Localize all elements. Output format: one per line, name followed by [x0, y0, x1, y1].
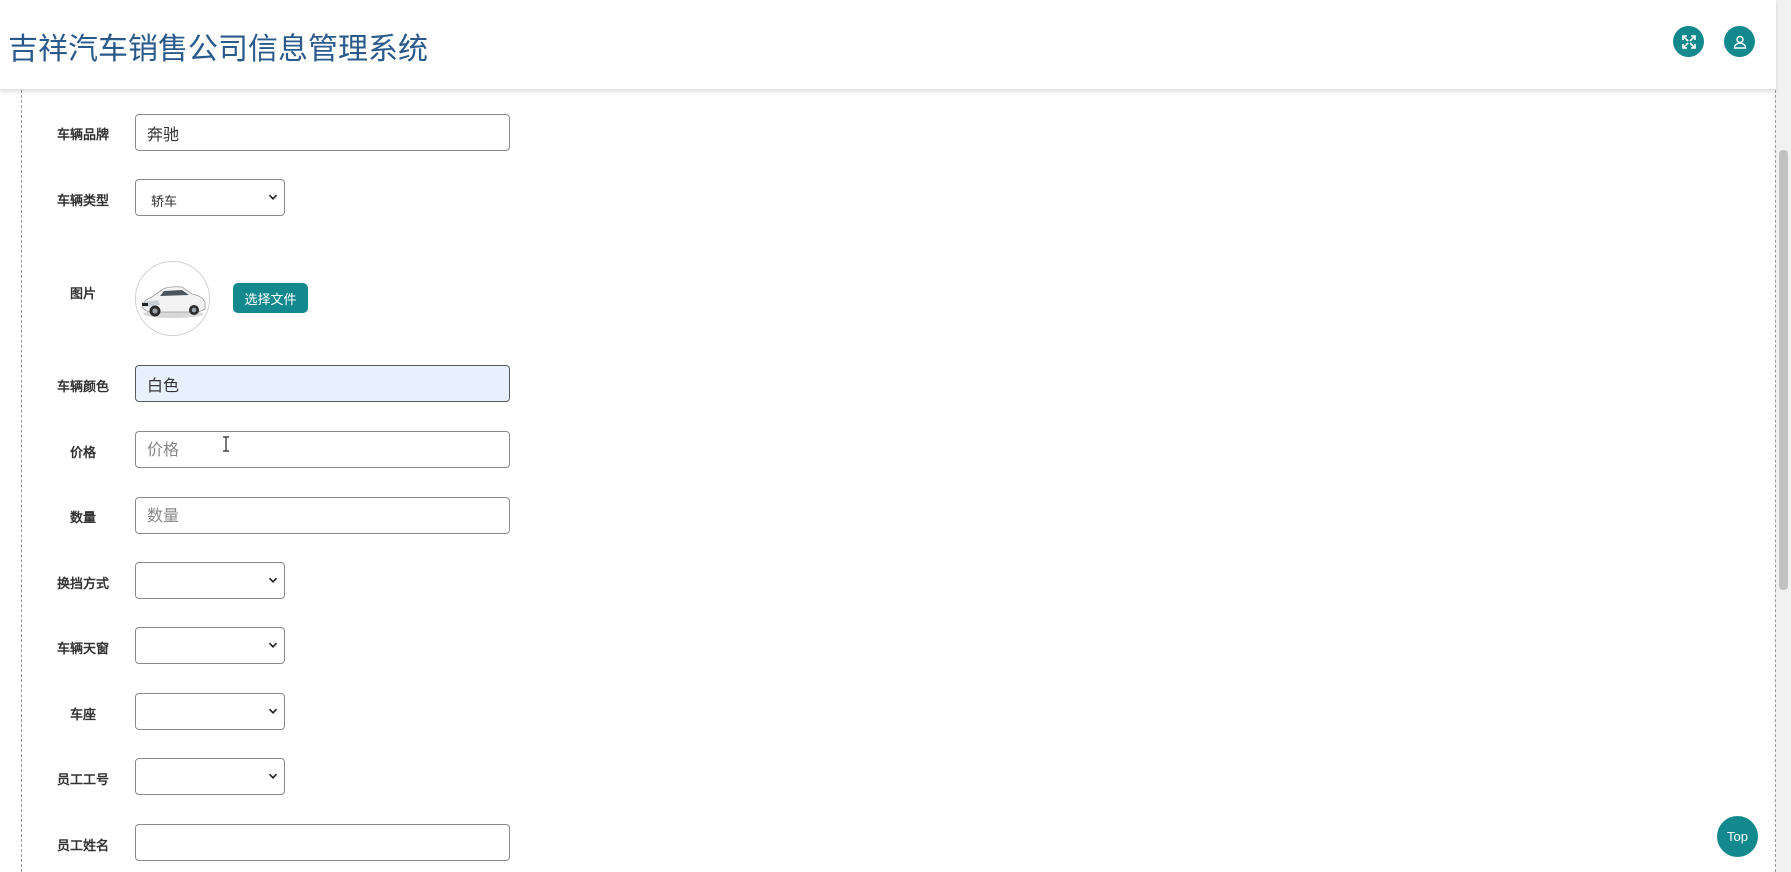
car-image [136, 262, 209, 335]
user-button[interactable] [1724, 26, 1755, 57]
employee-name-label: 员工姓名 [56, 839, 109, 854]
page-scrollbar[interactable] [1776, 0, 1791, 872]
scrollbar-thumb[interactable] [1779, 150, 1788, 590]
type-select[interactable]: 轿车 [135, 179, 285, 216]
quantity-label: 数量 [69, 511, 96, 526]
price-label: 价格 [69, 446, 96, 461]
chevron-down-icon [268, 642, 278, 648]
content-border [21, 90, 22, 872]
text-cursor-icon [223, 436, 229, 452]
type-select-value: 轿车 [151, 195, 178, 210]
chevron-down-icon [268, 773, 278, 779]
brand-input[interactable] [135, 114, 510, 151]
image-label: 图片 [69, 287, 96, 302]
gear-label: 换挡方式 [56, 577, 109, 592]
user-icon [1733, 35, 1746, 49]
price-input[interactable] [135, 431, 510, 468]
back-to-top-button[interactable]: Top [1717, 816, 1758, 857]
color-input[interactable] [135, 365, 510, 402]
brand-label: 车辆品牌 [56, 128, 109, 143]
car-image-preview [135, 261, 210, 336]
sunroof-select[interactable] [135, 627, 285, 664]
chevron-down-icon [268, 708, 278, 714]
employee-id-select[interactable] [135, 758, 285, 795]
type-label: 车辆类型 [56, 194, 109, 209]
expand-arrows-icon [1681, 34, 1696, 49]
fullscreen-button[interactable] [1673, 26, 1704, 57]
employee-name-input[interactable] [135, 824, 510, 861]
chevron-down-icon [268, 194, 278, 200]
choose-file-button[interactable]: 选择文件 [233, 283, 308, 313]
color-label: 车辆颜色 [56, 380, 109, 395]
app-header: 吉祥汽车销售公司信息管理系统 [0, 0, 1776, 90]
employee-id-label: 员工工号 [56, 773, 109, 788]
quantity-input[interactable] [135, 497, 510, 534]
seat-label: 车座 [69, 708, 96, 723]
chevron-down-icon [268, 577, 278, 583]
sunroof-label: 车辆天窗 [56, 642, 109, 657]
app-title: 吉祥汽车销售公司信息管理系统 [8, 32, 428, 67]
gear-select[interactable] [135, 562, 285, 599]
seat-select[interactable] [135, 693, 285, 730]
